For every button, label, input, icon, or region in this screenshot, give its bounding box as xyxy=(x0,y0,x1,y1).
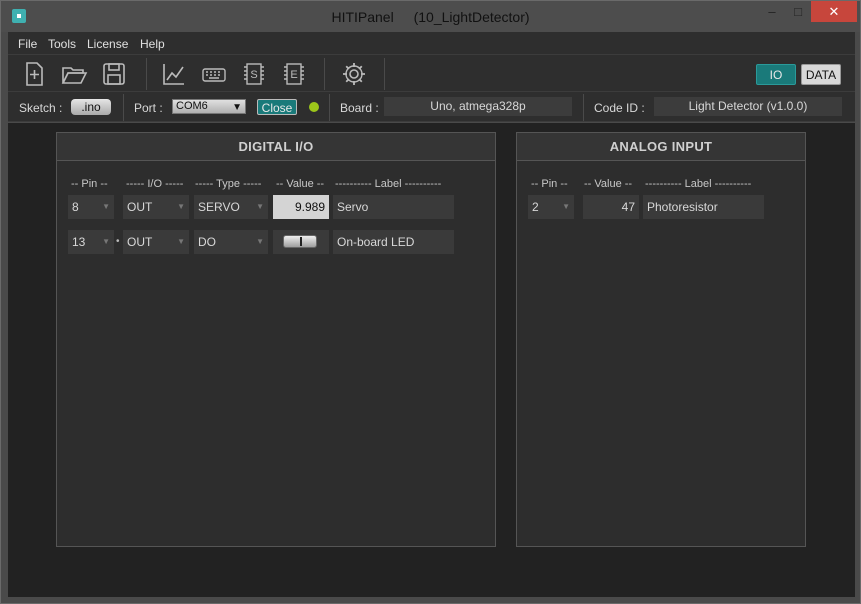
type-select[interactable]: DO xyxy=(194,230,268,254)
toolbar-divider xyxy=(324,58,325,90)
serial-s-icon[interactable]: S xyxy=(240,60,268,88)
toolbar-divider xyxy=(384,58,385,90)
port-select[interactable]: COM6 ▼ xyxy=(172,99,246,114)
svg-text:S: S xyxy=(250,69,257,81)
led-toggle-switch[interactable] xyxy=(283,235,317,248)
board-label: Board : xyxy=(340,101,379,115)
status-divider xyxy=(123,94,124,121)
label-input[interactable]: On-board LED xyxy=(333,230,454,254)
pin-select[interactable]: 8 xyxy=(68,195,114,219)
data-view-button[interactable]: DATA xyxy=(801,64,841,85)
status-divider xyxy=(583,94,584,121)
sketch-label: Sketch : xyxy=(19,101,63,115)
chevron-down-icon: ▼ xyxy=(232,102,242,113)
close-window-button[interactable]: ✕ xyxy=(811,1,857,22)
port-value: COM6 xyxy=(176,100,208,112)
analog-value-display: 47 xyxy=(583,195,639,219)
code-id-label: Code ID : xyxy=(594,101,645,115)
code-id-field: Light Detector (v1.0.0) xyxy=(654,97,842,116)
svg-text:E: E xyxy=(290,69,297,81)
sketch-ino-button[interactable]: .ino xyxy=(71,99,111,115)
value-input[interactable]: 9.989 xyxy=(273,195,329,219)
close-port-button[interactable]: Close xyxy=(257,99,297,115)
open-folder-icon[interactable] xyxy=(60,60,88,88)
menu-tools[interactable]: Tools xyxy=(48,37,76,51)
row-marker-dot: • xyxy=(116,236,120,247)
type-select[interactable]: SERVO xyxy=(194,195,268,219)
digital-io-title: DIGITAL I/O xyxy=(57,133,495,161)
title-bar: HITIPanel (10_LightDetector) – □ ✕ xyxy=(1,1,860,32)
eeprom-e-icon[interactable]: E xyxy=(280,60,308,88)
window-title: HITIPanel (10_LightDetector) xyxy=(1,9,860,25)
board-field: Uno, atmega328p xyxy=(384,97,572,116)
pin-select[interactable]: 13 xyxy=(68,230,114,254)
save-icon[interactable] xyxy=(100,60,128,88)
digital-output-cell xyxy=(273,230,329,254)
app-name: HITIPanel xyxy=(331,9,394,25)
menu-license[interactable]: License xyxy=(87,37,128,51)
connection-status-led xyxy=(309,102,319,112)
io-view-button[interactable]: IO xyxy=(756,64,796,85)
pin-column-header: -- Pin -- xyxy=(71,178,108,190)
new-file-icon[interactable] xyxy=(20,60,48,88)
menu-bar: File Tools License Help xyxy=(8,32,855,54)
maximize-button[interactable]: □ xyxy=(783,1,813,22)
analog-pin-select[interactable]: 2 xyxy=(528,195,574,219)
status-divider xyxy=(329,94,330,121)
chart-icon[interactable] xyxy=(160,60,188,88)
analog-input-title: ANALOG INPUT xyxy=(517,133,805,161)
app-window: HITIPanel (10_LightDetector) – □ ✕ File … xyxy=(0,0,861,604)
type-column-header: ----- Type ----- xyxy=(195,178,262,190)
io-column-header: ----- I/O ----- xyxy=(126,178,184,190)
keyboard-icon[interactable] xyxy=(200,60,228,88)
digital-io-panel: DIGITAL I/O -- Pin -- ----- I/O ----- --… xyxy=(56,132,496,547)
connection-bar: Sketch : .ino Port : COM6 ▼ Close Board … xyxy=(8,91,855,122)
analog-input-panel: ANALOG INPUT -- Pin -- -- Value -- -----… xyxy=(516,132,806,547)
port-label: Port : xyxy=(134,101,163,115)
settings-gear-icon[interactable] xyxy=(340,60,368,88)
document-name: (10_LightDetector) xyxy=(413,9,530,25)
io-select[interactable]: OUT xyxy=(123,230,189,254)
value-column-header: -- Value -- xyxy=(584,178,633,190)
toolbar: S E IO DATA xyxy=(8,54,855,91)
io-select[interactable]: OUT xyxy=(123,195,189,219)
pin-column-header: -- Pin -- xyxy=(531,178,568,190)
label-column-header: ---------- Label ---------- xyxy=(335,178,442,190)
main-content: DIGITAL I/O -- Pin -- ----- I/O ----- --… xyxy=(8,123,855,597)
analog-label-input[interactable]: Photoresistor xyxy=(643,195,764,219)
menu-file[interactable]: File xyxy=(18,37,37,51)
toolbar-divider xyxy=(146,58,147,90)
menu-help[interactable]: Help xyxy=(140,37,165,51)
value-column-header: -- Value -- xyxy=(276,178,325,190)
label-input[interactable]: Servo xyxy=(333,195,454,219)
label-column-header: ---------- Label ---------- xyxy=(645,178,752,190)
